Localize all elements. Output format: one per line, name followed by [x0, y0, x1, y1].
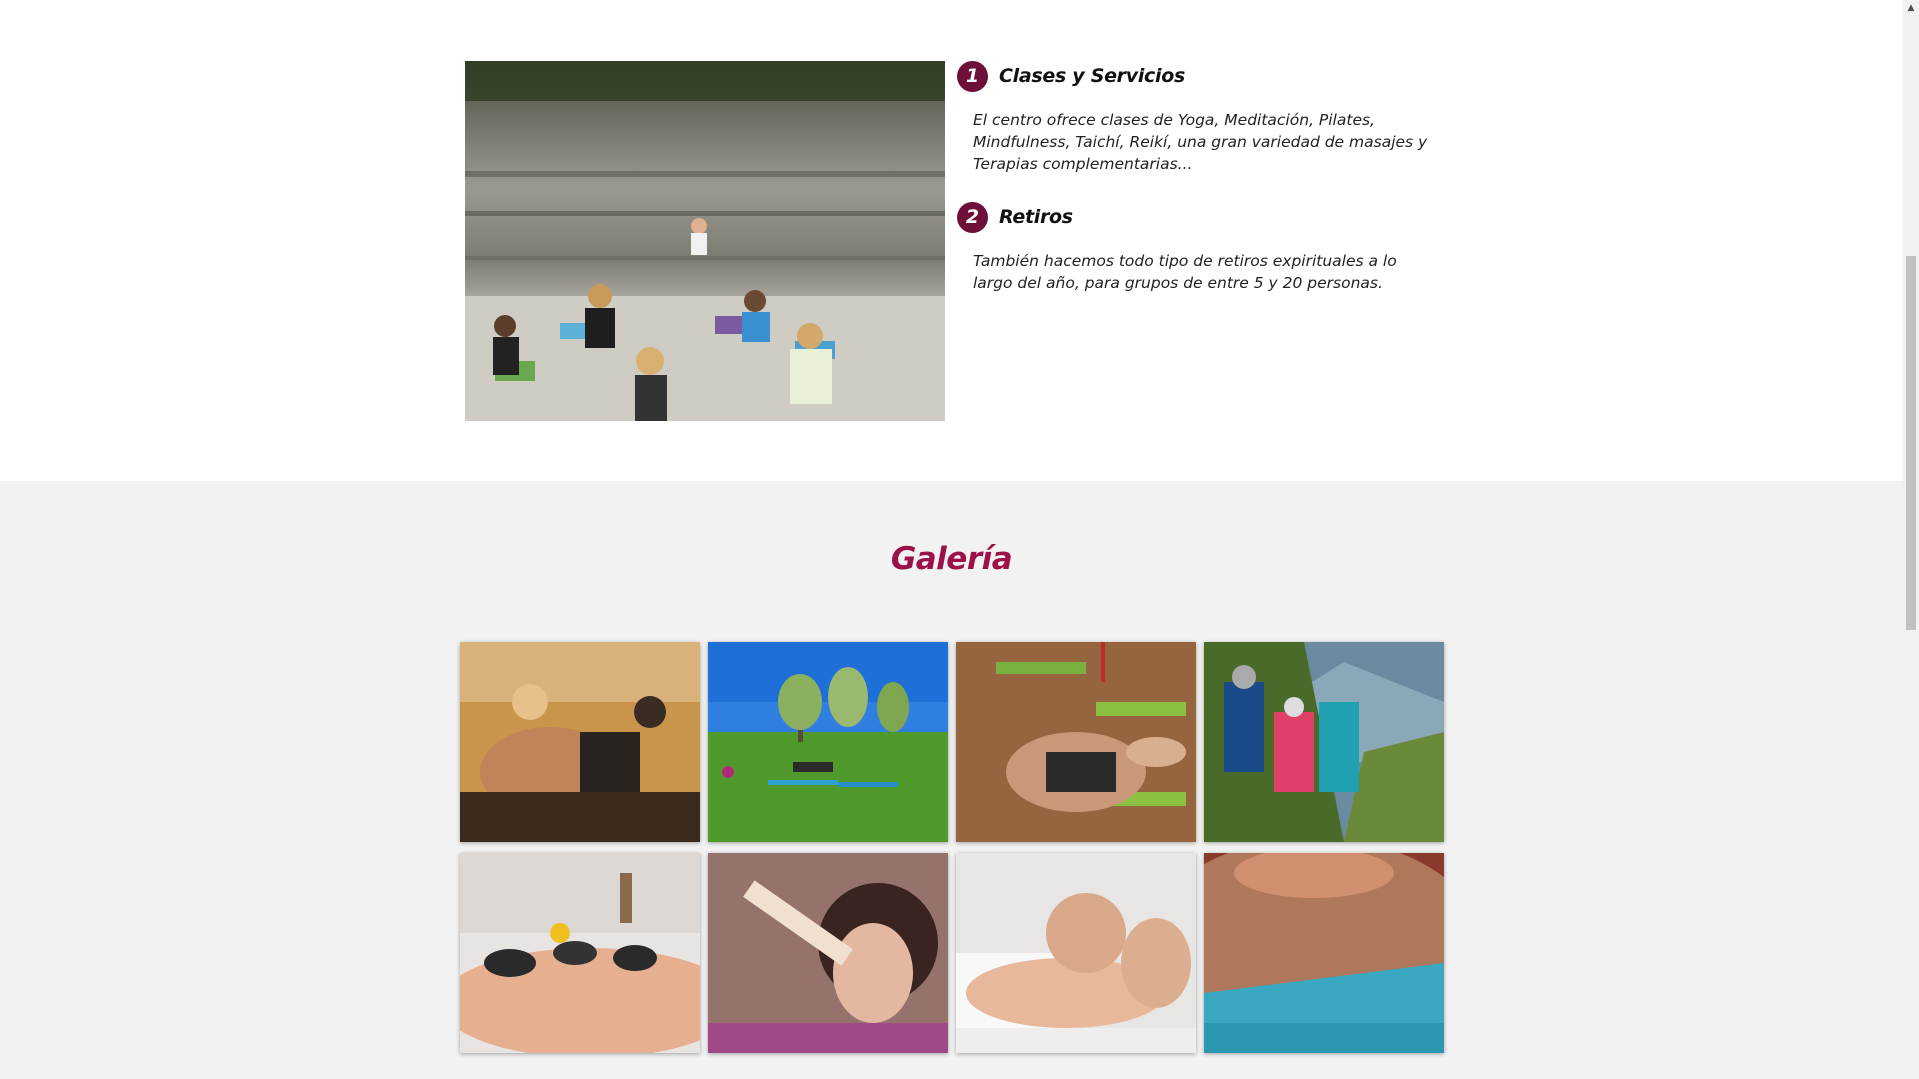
page-viewport: 1 Clases y Servicios El centro ofrece cl… [0, 0, 1903, 1079]
service-header: 1 Clases y Servicios [957, 60, 1437, 92]
gallery-photo-yoga-studio-floor[interactable] [956, 642, 1196, 842]
gallery-photo-park-yoga[interactable] [708, 642, 948, 842]
gallery-photo-mountain-hike[interactable] [1204, 642, 1444, 842]
services-section: 1 Clases y Servicios El centro ofrece cl… [0, 0, 1903, 481]
scroll-up-arrow-icon[interactable]: ▲ [1903, 0, 1919, 16]
step-number-badge: 1 [957, 60, 988, 92]
service-description: También hacemos todo tipo de retiros exp… [973, 252, 1397, 292]
scrollbar-thumb[interactable] [1906, 256, 1916, 630]
gallery-photo-back-massage[interactable] [1204, 853, 1444, 1053]
service-retreats: 2 Retiros También hacemos todo tipo de r… [957, 201, 1437, 294]
service-header: 2 Retiros [957, 201, 1437, 233]
gallery-photo-hot-stone-massage[interactable] [460, 853, 700, 1053]
page-scrollbar[interactable]: ▲ [1903, 0, 1919, 1079]
step-number-badge: 2 [957, 201, 988, 233]
service-description: El centro ofrece clases de Yoga, Meditac… [973, 111, 1428, 173]
service-title: Clases y Servicios [999, 65, 1185, 87]
service-classes: 1 Clases y Servicios El centro ofrece cl… [957, 60, 1437, 175]
gallery-photo-foot-massage[interactable] [956, 853, 1196, 1053]
gallery-section: Galería [0, 481, 1903, 1079]
service-title: Retiros [999, 206, 1073, 228]
outdoor-yoga-class-photo [465, 61, 945, 421]
gallery-photo-indoor-yoga[interactable] [460, 642, 700, 842]
gallery-title: Galería [890, 541, 1013, 577]
gallery-photo-relaxing-woman[interactable] [708, 853, 948, 1053]
